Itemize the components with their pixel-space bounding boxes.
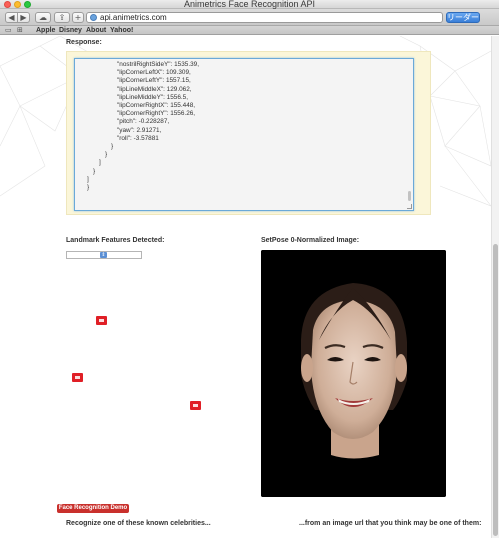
- bookmark-disney[interactable]: Disney: [59, 26, 82, 35]
- address-url[interactable]: api.animetrics.com: [100, 13, 167, 23]
- forward-arrow-icon[interactable]: ▶: [17, 12, 30, 23]
- select-arrow-icon: ⇕: [100, 252, 107, 258]
- json-line: "lipCornerRightY": 1556.26,: [117, 110, 196, 118]
- globe-icon: [90, 14, 97, 21]
- setpose-label: SetPose 0-Normalized Image:: [261, 237, 360, 244]
- bookmark-yahoo[interactable]: Yahoo!: [110, 26, 133, 35]
- json-line: "lipCornerLeftX": 109.309,: [117, 69, 191, 77]
- known-celebrities-heading: Recognize one of these known celebrities…: [66, 520, 211, 527]
- image-url-heading: ...from an image url that you think may …: [299, 520, 482, 527]
- browser-toolbar: ◀ ▶ ☁ ⇪ + api.animetrics.com リーダー: [0, 9, 499, 26]
- add-bookmark-icon[interactable]: +: [72, 12, 84, 23]
- web-page: Response: "nostrilRightSideY": 1535.39, "…: [0, 36, 491, 538]
- landmark-marker: [190, 401, 201, 410]
- reader-button[interactable]: リーダー: [446, 12, 480, 23]
- grid-icon[interactable]: ⊞: [17, 27, 23, 34]
- json-line: "pitch": -0.228287,: [117, 118, 170, 126]
- json-line: "yaw": 2.91271,: [117, 126, 162, 134]
- icloud-tabs-icon[interactable]: ☁: [35, 12, 51, 23]
- bookmarks-bar: ▭ ⊞ Apple Disney About Yahoo!: [0, 26, 499, 35]
- normalized-face-image: [261, 250, 446, 497]
- json-line: "roll": -3.57881: [117, 134, 159, 142]
- json-line: "lipCornerLeftY": 1557.15,: [117, 77, 191, 85]
- face-photo: [261, 250, 446, 497]
- json-line: }: [111, 143, 114, 150]
- json-line: }: [105, 151, 108, 159]
- face-recognition-demo-badge[interactable]: Face Recognition Demo: [57, 504, 129, 513]
- resize-grip-icon[interactable]: [407, 204, 412, 209]
- bookmark-apple[interactable]: Apple: [36, 26, 55, 35]
- response-label: Response:: [66, 39, 102, 46]
- json-line: "lipCornerRightX": 155.448,: [117, 102, 196, 109]
- response-json-textarea[interactable]: "nostrilRightSideY": 1535.39, "lipCornerL…: [74, 58, 414, 211]
- page-scrollbar[interactable]: [491, 36, 499, 538]
- json-line: "nostrilRightSideY": 1535.39,: [117, 61, 199, 68]
- textarea-scrollbar[interactable]: [408, 191, 411, 201]
- bookmark-about[interactable]: About: [86, 26, 106, 35]
- landmark-features-label: Landmark Features Detected:: [66, 237, 165, 244]
- landmark-marker: [96, 316, 107, 325]
- book-icon[interactable]: ▭: [5, 27, 12, 34]
- page-scroll-thumb[interactable]: [493, 244, 498, 536]
- json-line: }: [93, 167, 96, 175]
- landmark-select[interactable]: ⇕: [66, 251, 142, 259]
- window-titlebar: Animetrics Face Recognition API: [0, 0, 499, 9]
- landmark-marker: [72, 373, 83, 382]
- json-line: "lipLineMiddleX": 129.062,: [117, 85, 192, 93]
- json-line: ]: [99, 159, 101, 167]
- json-line: "lipLineMiddleY": 1556.5,: [117, 93, 188, 101]
- json-line: ]: [87, 175, 89, 183]
- share-icon[interactable]: ⇪: [54, 12, 70, 23]
- window-title: Animetrics Face Recognition API: [183, 0, 316, 9]
- address-bar[interactable]: api.animetrics.com: [86, 12, 443, 23]
- json-line: }: [87, 184, 90, 191]
